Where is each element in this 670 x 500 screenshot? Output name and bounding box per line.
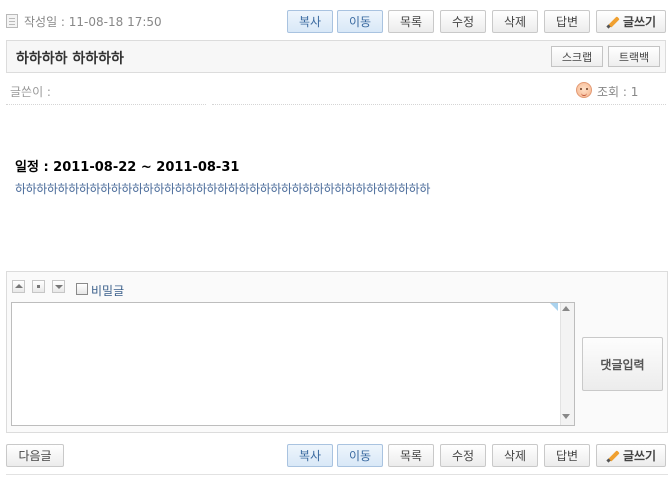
list-button[interactable]: 목록 (388, 10, 434, 33)
copy-button[interactable]: 복사 (287, 10, 333, 33)
trackback-button[interactable]: 트랙백 (608, 46, 660, 67)
delete-button[interactable]: 삭제 (492, 10, 538, 33)
arrow-up-icon[interactable] (12, 280, 25, 293)
post-date: 작성일 : 11-08-18 17:50 (24, 15, 162, 29)
secret-checkbox[interactable] (76, 283, 88, 295)
next-post-button[interactable]: 다음글 (6, 444, 64, 467)
secret-checkbox-label: 비밀글 (91, 284, 125, 298)
move-button[interactable]: 이동 (337, 10, 383, 33)
edit-button[interactable]: 수정 (440, 444, 486, 467)
list-button[interactable]: 목록 (388, 444, 434, 467)
write-button[interactable]: 글쓰기 (596, 444, 666, 467)
comment-submit-button[interactable]: 댓글입력 (582, 337, 663, 391)
pencil-icon (606, 15, 620, 29)
divider (6, 104, 206, 105)
copy-button[interactable]: 복사 (287, 444, 333, 467)
comment-input[interactable] (11, 302, 575, 426)
write-button-label: 글쓰기 (622, 449, 657, 463)
view-count: 조회 : 1 (597, 85, 639, 99)
scrap-button[interactable]: 스크랩 (551, 46, 603, 67)
square-icon[interactable] (32, 280, 45, 293)
reply-button[interactable]: 답변 (544, 10, 590, 33)
edit-button[interactable]: 수정 (440, 10, 486, 33)
scroll-down-icon[interactable] (562, 414, 570, 419)
resize-corner-icon (550, 303, 558, 311)
author-label: 글쓴이 : (10, 85, 51, 99)
move-button[interactable]: 이동 (337, 444, 383, 467)
comment-scrollbar[interactable] (560, 303, 574, 425)
post-title: 하하하하 하하하하 (16, 51, 124, 67)
document-icon (6, 14, 18, 28)
write-button-label: 글쓰기 (622, 15, 657, 29)
pencil-icon (606, 449, 620, 463)
divider (212, 104, 666, 105)
arrow-down-icon[interactable] (52, 280, 65, 293)
post-content: 하하하하하하하하하하하하하하하하하하하하하하하하하하하하하하하하하하하하하하하 (15, 182, 430, 196)
schedule-text: 일정 : 2011-08-22 ~ 2011-08-31 (15, 160, 240, 175)
write-button[interactable]: 글쓰기 (596, 10, 666, 33)
scroll-up-icon[interactable] (562, 306, 570, 311)
reply-button[interactable]: 답변 (544, 444, 590, 467)
divider (6, 474, 668, 475)
delete-button[interactable]: 삭제 (492, 444, 538, 467)
face-icon (576, 82, 592, 98)
